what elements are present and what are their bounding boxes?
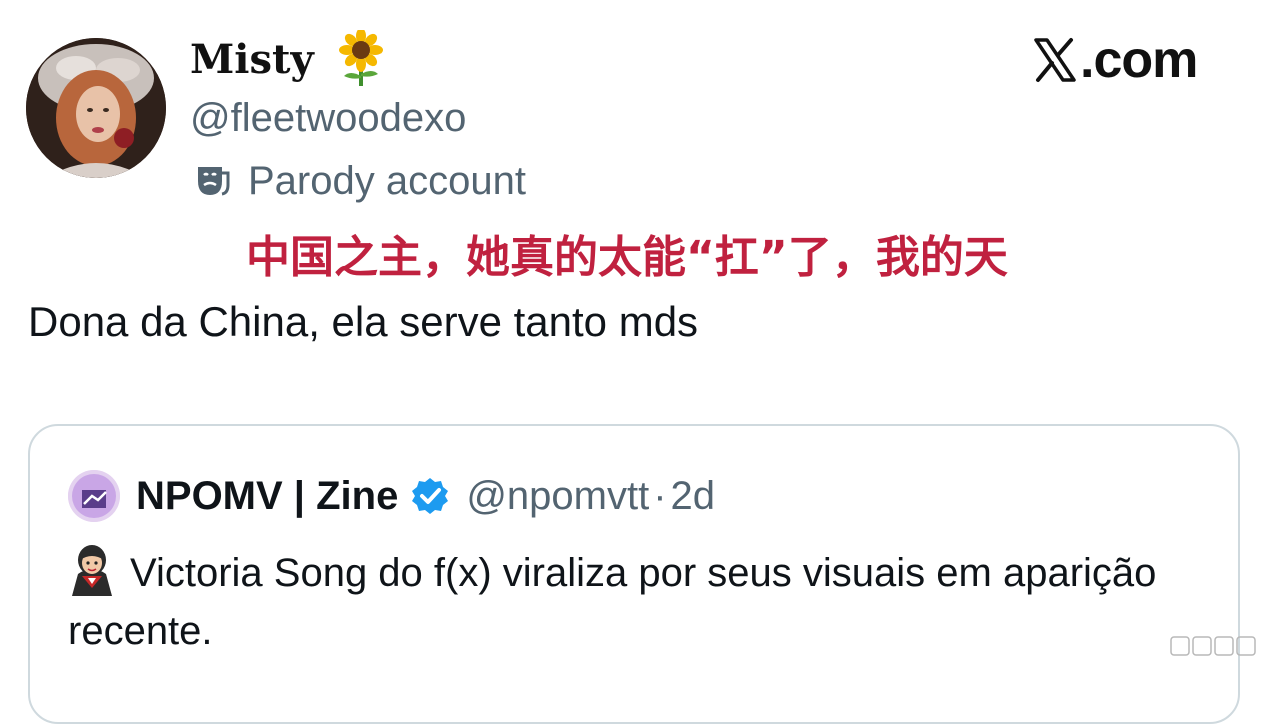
quoted-handle[interactable]: @npomvtt	[466, 472, 649, 520]
tweet-text: Dona da China, ela serve tanto mds	[28, 298, 699, 345]
quoted-tweet-text: Victoria Song do f(x) viraliza por seus …	[68, 551, 1157, 653]
chinese-caption: 中国之主，她真的太能“扛”了，我的天	[246, 232, 1008, 283]
quoted-tweet-card[interactable]: NPOMV | Zine @npomvtt · 2d Victoria Song…	[28, 424, 1240, 724]
x-logo: .com	[1032, 30, 1198, 90]
sunflower-icon	[339, 30, 383, 86]
parody-label-text: Parody account	[248, 159, 526, 203]
quoted-tweet-body: Victoria Song do f(x) viraliza por seus …	[68, 544, 1208, 660]
separator-dot: ·	[653, 474, 667, 518]
vampire-emoji-icon	[72, 545, 112, 596]
quoted-display-name[interactable]: NPOMV | Zine	[136, 472, 398, 520]
verified-badge-icon	[412, 478, 449, 514]
profile-avatar[interactable]	[26, 38, 166, 178]
x-logo-icon	[1034, 38, 1076, 82]
profile-handle[interactable]: @fleetwoodexo	[190, 95, 466, 141]
parody-label: Parody account	[192, 157, 526, 205]
x-logo-text: .com	[1080, 31, 1198, 89]
theater-mask-icon	[198, 167, 230, 196]
watermark-icon	[1170, 636, 1256, 656]
quoted-avatar[interactable]	[68, 470, 120, 522]
quoted-timestamp[interactable]: 2d	[671, 472, 716, 520]
display-name[interactable]: Misty	[190, 36, 314, 84]
quoted-tweet-header: NPOMV | Zine @npomvtt · 2d	[68, 470, 715, 522]
